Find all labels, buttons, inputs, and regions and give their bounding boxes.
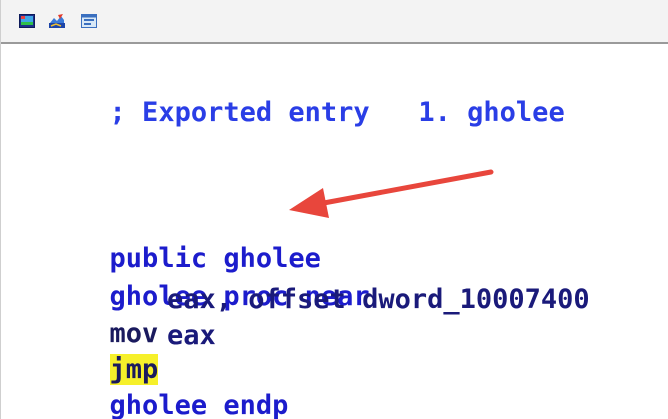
red-arrow-annotation: [289, 169, 494, 218]
endp-symbol[interactable]: gholee: [110, 390, 208, 419]
toolbar: [1, 0, 668, 44]
structure-view-icon[interactable]: [81, 14, 97, 28]
jmp-operand[interactable]: eax: [167, 319, 216, 353]
endp-line: gholee endp: [12, 355, 289, 419]
export-comment: ; Exported entry 1. gholee: [109, 97, 565, 128]
jmp-instruction-line: jmp eax: [12, 319, 216, 385]
mov-instruction-line: mov eax, offset dword_10007400: [12, 283, 590, 349]
chart-edit-icon[interactable]: [49, 14, 65, 28]
disassembly-window: ; Exported entry 1. gholee public gholee…: [0, 0, 668, 419]
graph-view-icon[interactable]: [19, 14, 35, 28]
endp-keyword: endp: [223, 390, 289, 419]
export-comment-line: ; Exported entry 1. gholee: [12, 62, 565, 128]
code-view[interactable]: ; Exported entry 1. gholee public gholee…: [1, 46, 668, 419]
mov-operand[interactable]: eax, offset dword_10007400: [167, 283, 590, 317]
proc-line: gholee proc near: [12, 246, 370, 312]
